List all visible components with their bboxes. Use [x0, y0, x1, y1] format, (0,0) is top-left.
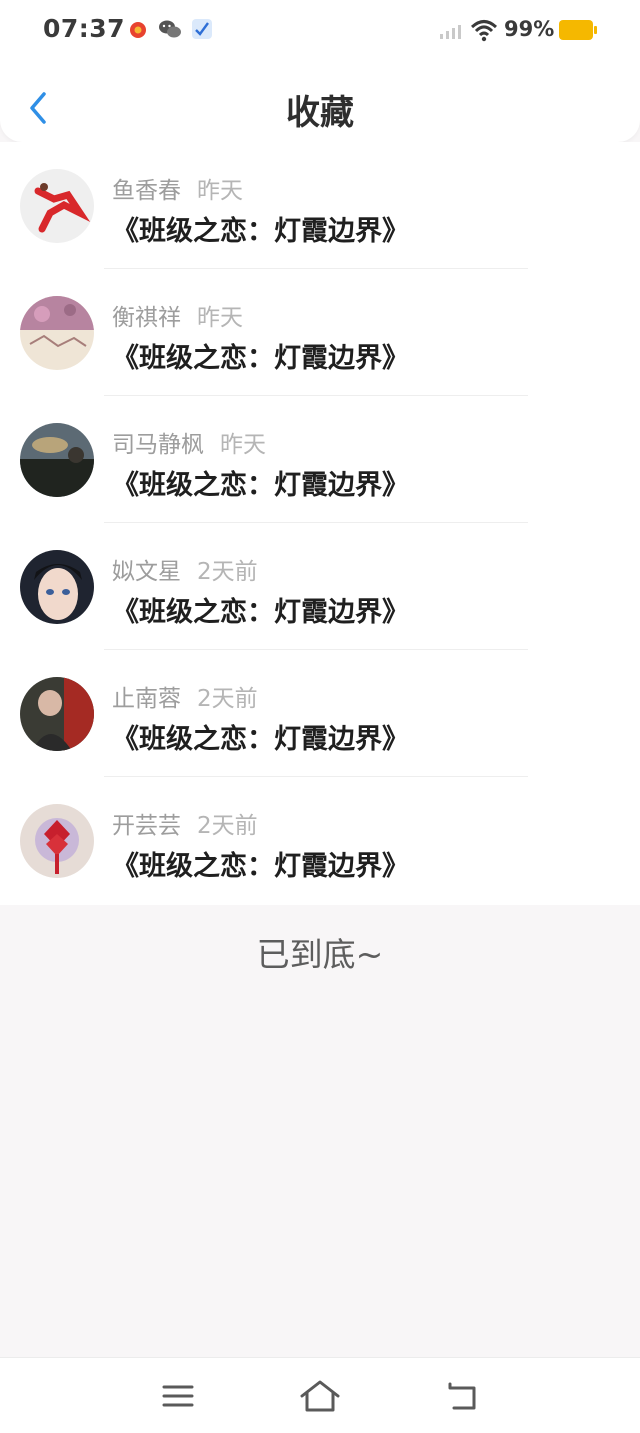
item-meta: 司马静枫 昨天	[112, 425, 266, 459]
avatar	[20, 677, 94, 751]
menu-icon	[162, 1385, 194, 1407]
battery-percent: 99%	[504, 17, 555, 41]
check-app-icon	[192, 19, 212, 39]
battery-icon	[559, 20, 597, 40]
book-title: 《班级之恋：灯霞边界》	[112, 724, 409, 755]
wechat-icon	[159, 20, 181, 38]
avatar	[20, 804, 94, 878]
user-name: 止南蓉	[112, 686, 181, 712]
favorite-item[interactable]: 衡祺祥 昨天 《班级之恋：灯霞边界》	[0, 269, 640, 396]
favorite-item[interactable]: 鱼香春 昨天 《班级之恋：灯霞边界》	[0, 142, 640, 269]
avatar	[20, 296, 94, 370]
item-meta: 衡祺祥 昨天	[112, 298, 243, 332]
avatar	[20, 550, 94, 624]
home-button[interactable]	[298, 1374, 342, 1418]
user-name: 司马静枫	[112, 432, 204, 458]
time-label: 2天前	[197, 813, 258, 839]
time-label: 昨天	[197, 305, 243, 331]
header: 07:37 99% 收藏	[0, 0, 640, 142]
favorite-item[interactable]: 姒文星 2天前 《班级之恋：灯霞边界》	[0, 523, 640, 650]
favorite-item[interactable]: 开芸芸 2天前 《班级之恋：灯霞边界》	[0, 777, 640, 904]
end-of-list-text: 已到底~	[256, 935, 384, 974]
book-title: 《班级之恋：灯霞边界》	[112, 597, 409, 628]
home-icon	[300, 1380, 340, 1412]
favorite-item[interactable]: 司马静枫 昨天 《班级之恋：灯霞边界》	[0, 396, 640, 523]
system-nav-bar	[0, 1357, 640, 1433]
back-icon	[448, 1382, 476, 1410]
time-label: 昨天	[220, 432, 266, 458]
time-label: 2天前	[197, 686, 258, 712]
page-title: 收藏	[286, 93, 354, 133]
item-meta: 姒文星 2天前	[112, 552, 258, 586]
book-title: 《班级之恋：灯霞边界》	[112, 470, 409, 501]
user-name: 开芸芸	[112, 813, 181, 839]
favorites-list: 鱼香春 昨天 《班级之恋：灯霞边界》 衡祺祥 昨天 《班级之恋：灯霞边界》 司马…	[0, 142, 640, 905]
user-name: 姒文星	[112, 559, 181, 585]
item-meta: 开芸芸 2天前	[112, 806, 258, 840]
weibo-icon	[130, 22, 146, 38]
item-meta: 鱼香春 昨天	[112, 171, 243, 205]
time-label: 昨天	[197, 178, 243, 204]
time-label: 2天前	[197, 559, 258, 585]
signal-icon	[440, 25, 461, 39]
book-title: 《班级之恋：灯霞边界》	[112, 343, 409, 374]
user-name: 鱼香春	[112, 178, 181, 204]
book-title: 《班级之恋：灯霞边界》	[112, 216, 409, 247]
book-title: 《班级之恋：灯霞边界》	[112, 851, 409, 882]
back-nav-button[interactable]	[440, 1374, 484, 1418]
menu-button[interactable]	[156, 1374, 200, 1418]
wifi-icon	[470, 20, 498, 42]
user-name: 衡祺祥	[112, 305, 181, 331]
avatar	[20, 423, 94, 497]
status-bar: 07:37 99%	[0, 0, 640, 60]
status-time: 07:37	[43, 14, 126, 43]
favorite-item[interactable]: 止南蓉 2天前 《班级之恋：灯霞边界》	[0, 650, 640, 777]
avatar	[20, 169, 94, 243]
item-meta: 止南蓉 2天前	[112, 679, 258, 713]
